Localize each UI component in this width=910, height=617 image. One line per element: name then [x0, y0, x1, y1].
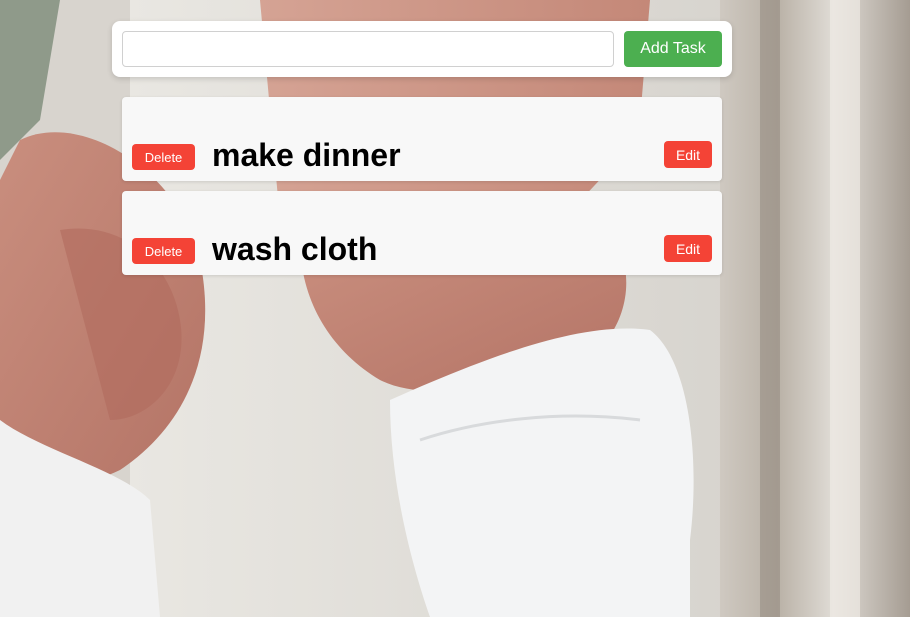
edit-button[interactable]: Edit [664, 141, 712, 168]
task-input[interactable] [122, 31, 614, 67]
task-item: Delete wash cloth Edit [122, 191, 722, 275]
task-item: Delete make dinner Edit [122, 97, 722, 181]
delete-button[interactable]: Delete [132, 144, 195, 170]
task-text: wash cloth [212, 231, 378, 267]
background-photo [0, 0, 910, 617]
task-list: Delete make dinner Edit Delete wash clot… [122, 97, 722, 285]
delete-button[interactable]: Delete [132, 238, 195, 264]
task-text: make dinner [212, 137, 401, 173]
add-task-form: Add Task [112, 21, 732, 77]
edit-button[interactable]: Edit [664, 235, 712, 262]
add-task-button[interactable]: Add Task [624, 31, 722, 67]
